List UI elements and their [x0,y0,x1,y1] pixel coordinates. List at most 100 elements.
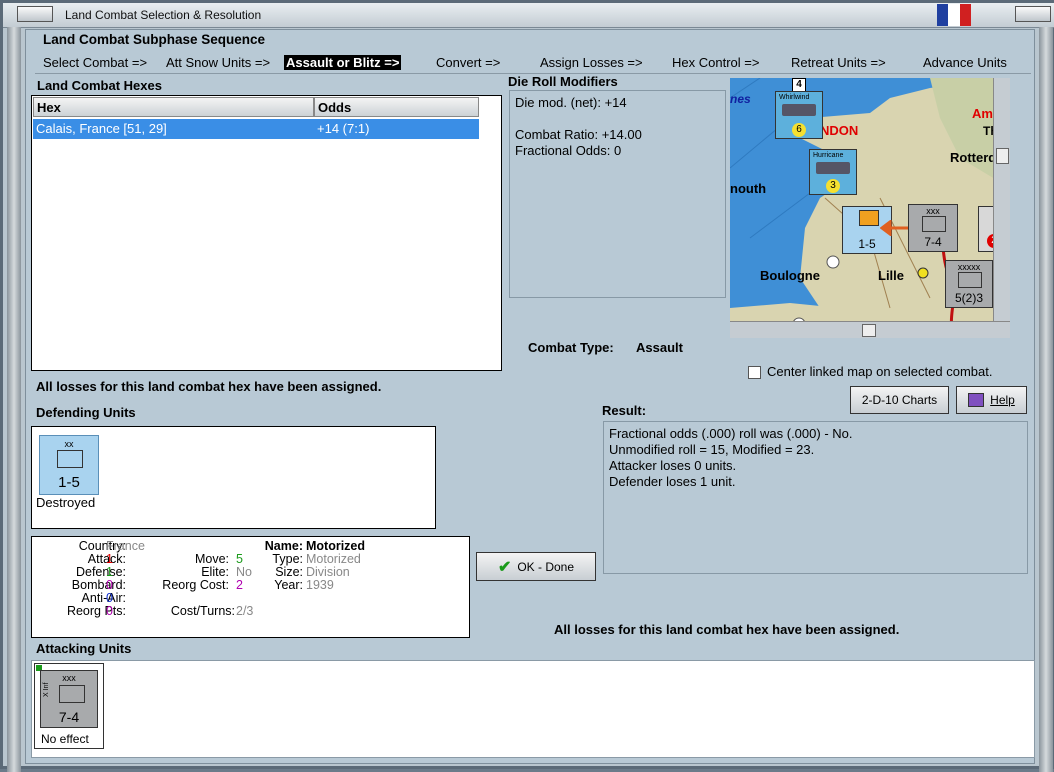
move-value: 5 [236,552,243,566]
unit-size: xxx [926,206,940,216]
step-assign-losses: Assign Losses => [540,55,643,70]
name-value: Motorized [306,539,366,553]
result-line: Defender loses 1 unit. [609,474,736,489]
unit-size: xxxxx [957,262,981,272]
infantry-icon [958,272,982,288]
unit-strength: 1-5 [858,237,876,251]
map-label-lille: Lille [878,268,905,283]
column-header-hex[interactable]: Hex [33,97,314,117]
bombard-label: Bombard: [71,578,126,592]
die-roll-panel: Die mod. (net): +14 Combat Ratio: +14.00… [509,90,726,298]
bombard-value: 0 [106,578,113,592]
step-retreat-units: Retreat Units => [791,55,886,70]
window-menu-button[interactable] [17,6,53,22]
attack-arrow-icon [880,220,910,236]
unit-size: xx [64,439,74,449]
attack-value: 1 [106,552,113,566]
dialog-frame: Land Combat Selection & Resolution Land … [0,0,1054,772]
center-map-label: Center linked map on selected combat. [767,364,993,379]
infantry-icon [922,216,946,232]
linked-map[interactable]: nes NDON Amst The Rotterd nouth Boulogne… [730,78,1010,338]
aircraft-icon [782,104,816,116]
cost-turns-value: 2/3 [236,604,254,618]
fractional-odds-line: Fractional Odds: 0 [515,143,622,158]
ok-done-label: OK - Done [517,559,575,574]
defending-unit-status: Destroyed [36,495,96,510]
scroll-thumb[interactable] [862,324,876,337]
infantry-icon [59,685,85,703]
france-flag-icon [937,4,971,26]
defense-value: 1 [106,565,113,579]
unit-side-label: X Inf [43,682,50,697]
subphase-heading: Land Combat Subphase Sequence [43,32,266,47]
map-horizontal-scrollbar[interactable] [730,321,1010,338]
map-label-nes: nes [730,92,751,106]
step-assault-or-blitz: Assault or Blitz => [284,55,402,70]
map-label-boulogne: Boulogne [760,268,820,283]
battle-icon [859,210,879,226]
result-heading: Result: [602,403,647,418]
unit-strength: 1-5 [58,474,80,491]
table-row[interactable]: Calais, France [51, 29] +14 (7:1) [33,119,479,139]
charts-button-label: 2-D-10 Charts [861,393,938,407]
charts-button[interactable]: 2-D-10 Charts [850,386,949,414]
reorg-pts-label: Reorg Pts: [66,604,126,618]
title-bar: Land Combat Selection & Resolution [3,3,1054,28]
elite-value: No [236,565,252,579]
map-unit-army[interactable]: xxxxx 5(2)3 [945,260,993,308]
antiair-label: Anti-Air: [81,591,126,605]
help-button-label: Help [990,393,1015,407]
right-border [1039,27,1053,772]
year-label: Year: [274,578,303,592]
checkmark-icon: ✔ [497,558,512,576]
step-select-combat: Select Combat => [43,55,148,70]
scroll-thumb[interactable] [996,148,1009,164]
defending-heading: Defending Units [36,405,136,420]
help-button[interactable]: Help [956,386,1027,414]
die-mod-line: Die mod. (net): +14 [515,95,627,110]
map-unit-attacker[interactable]: xxx 7-4 [908,204,958,252]
type-value: Motorized [306,552,361,566]
defending-units-panel: xx 1-5 Destroyed [31,426,436,529]
cell-odds: +14 (7:1) [317,121,370,136]
map-label-rotterdam: Rotterd [950,150,997,165]
left-border [7,27,21,772]
size-value: Division [306,565,350,579]
attacking-unit-counter[interactable]: xxx X Inf 7-4 [40,670,98,728]
name-label: Name: [264,539,303,553]
unit-name: Hurricane [813,152,844,159]
result-panel: Fractional odds (.000) roll was (.000) -… [603,421,1028,574]
combat-type-value: Assault [636,340,683,355]
attacking-heading: Attacking Units [36,641,132,656]
reorg-pts-value: 0 [106,604,113,618]
motorized-icon [57,450,83,468]
antiair-value: 0 [106,591,113,605]
unit-strength: 7-4 [58,709,80,725]
map-label-nouth: nouth [730,181,767,196]
defending-unit-counter[interactable]: xx 1-5 [39,435,99,495]
reorg-cost-label: Reorg Cost: [162,578,229,592]
column-header-odds[interactable]: Odds [314,97,479,117]
country-value: France [106,539,145,553]
unit-value: 6 [792,123,806,137]
attacking-unit-slot[interactable]: xxx X Inf 7-4 No effect [34,663,104,749]
map-unit-whirlwind[interactable]: Whirlwind 6 [775,91,823,139]
map-unit-hurricane[interactable]: Hurricane 3 [809,149,857,195]
map-vertical-scrollbar[interactable] [993,78,1010,322]
center-map-checkbox[interactable] [748,366,761,379]
unit-strength: 7-4 [924,235,942,249]
move-label: Move: [194,552,229,566]
step-convert: Convert => [436,55,501,70]
map-label-ndon: NDON [820,123,859,138]
combat-ratio-line: Combat Ratio: +14.00 [515,127,642,142]
result-line: Unmodified roll = 15, Modified = 23. [609,442,815,457]
ok-done-button[interactable]: ✔ OK - Done [476,552,596,581]
cost-turns-label: Cost/Turns: [170,604,235,618]
size-label: Size: [275,565,303,579]
cell-hex: Calais, France [51, 29] [36,121,167,136]
unit-size: xxx [62,673,76,683]
status-top: All losses for this land combat hex have… [36,379,382,394]
minimize-button[interactable] [1015,6,1051,22]
unit-info-panel: Country: France Attack: 1 Defense: 1 Bom… [31,536,470,638]
reorg-cost-value: 2 [236,578,243,592]
